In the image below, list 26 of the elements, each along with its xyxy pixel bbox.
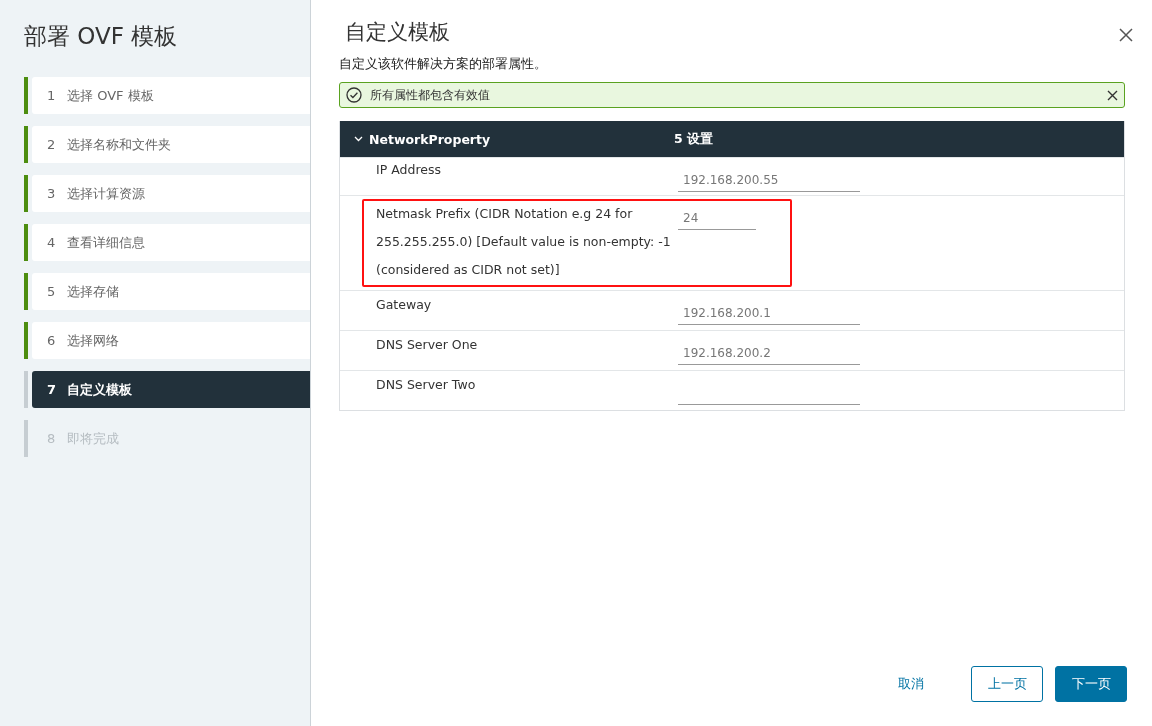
page-title: 自定义模板: [345, 19, 450, 46]
page-description: 自定义该软件解决方案的部署属性。: [339, 56, 548, 73]
wizard-step[interactable]: 6 选择网络: [32, 322, 310, 359]
property-group-header[interactable]: NetworkProperty 5 设置: [340, 121, 1124, 157]
property-label: Gateway: [375, 296, 433, 314]
close-icon[interactable]: [1119, 28, 1133, 42]
wizard-step[interactable]: 2 选择名称和文件夹: [32, 126, 310, 163]
next-button[interactable]: 下一页: [1055, 666, 1127, 702]
wizard-title: 部署 OVF 模板: [24, 22, 179, 51]
wizard-step[interactable]: 5 选择存储: [32, 273, 310, 310]
settings-count: 5 设置: [674, 130, 714, 148]
back-button[interactable]: 上一页: [971, 666, 1043, 702]
close-icon[interactable]: [1107, 89, 1118, 101]
group-name: NetworkProperty: [369, 131, 491, 147]
check-circle-icon: [346, 87, 362, 103]
alert-message: 所有属性都包含有效值: [370, 86, 491, 104]
property-label: IP Address: [375, 161, 442, 179]
chevron-icon: [354, 136, 363, 142]
wizard-step[interactable]: 4 查看详细信息: [32, 224, 310, 261]
property-label: Netmask Prefix (CIDR Notation e.g 24 for 255.255.255.0) [Default value is non-empty: -1 (considered as CIDR not set)]: [375, 205, 672, 279]
cancel-button[interactable]: 取消: [875, 666, 947, 702]
property-label: DNS Server Two: [375, 376, 477, 394]
wizard-step[interactable]: 3 选择计算资源: [32, 175, 310, 212]
wizard-step[interactable]: 1 选择 OVF 模板: [32, 77, 310, 114]
property-label: DNS Server One: [375, 336, 479, 354]
wizard-step[interactable]: 7 自定义模板: [32, 371, 310, 408]
